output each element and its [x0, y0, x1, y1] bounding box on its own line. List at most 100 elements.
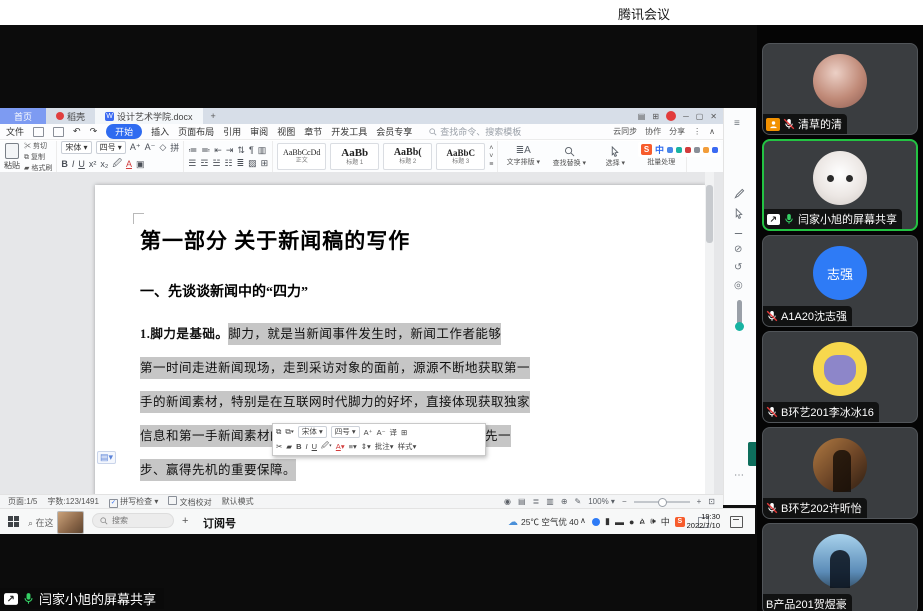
- cut-button[interactable]: ✂ 剪切: [24, 141, 52, 151]
- highlight-icon[interactable]: 🖉: [112, 156, 122, 172]
- style-heading3[interactable]: AaBbC标题 3: [436, 143, 485, 170]
- mode-indicator[interactable]: 默认模式: [222, 496, 254, 507]
- tray-app2-icon[interactable]: ▬: [615, 517, 624, 527]
- wps-docer-tab[interactable]: 稻壳: [46, 108, 95, 124]
- mini-font-color-icon[interactable]: A▾: [336, 442, 345, 451]
- italic-button[interactable]: I: [72, 159, 75, 169]
- read-view-icon[interactable]: ▥: [546, 497, 554, 506]
- borders-icon[interactable]: ⊞: [261, 158, 269, 169]
- mini-grow-font-icon[interactable]: A⁺: [364, 428, 373, 437]
- app-search-box[interactable]: 搜索: [92, 513, 174, 528]
- mini-comment-button[interactable]: 批注▾: [375, 441, 394, 452]
- help-icon[interactable]: ◎: [734, 280, 743, 291]
- pen-icon[interactable]: [734, 188, 745, 199]
- print-icon[interactable]: [53, 127, 64, 137]
- outline-view-icon[interactable]: ≣: [533, 497, 540, 506]
- share-banner[interactable]: 闫家小旭的屏幕共享: [0, 588, 164, 609]
- strip-more-icon[interactable]: ⋯: [734, 470, 744, 481]
- command-search[interactable]: 查找命令、搜索模板: [429, 125, 521, 138]
- strip-slider-knob[interactable]: [735, 322, 744, 331]
- scrollbar-thumb[interactable]: [706, 185, 713, 243]
- numbered-list-icon[interactable]: ≕: [201, 145, 210, 156]
- volume-icon[interactable]: 🕪: [650, 516, 656, 527]
- subscription-title[interactable]: 订阅号: [203, 515, 236, 531]
- mini-paste-special-icon[interactable]: ⧉▾: [285, 427, 294, 437]
- participant-tile[interactable]: B环艺201李冰冰16: [762, 331, 918, 423]
- undo-annotation-icon[interactable]: ↺: [734, 262, 742, 273]
- paste-button[interactable]: 粘贴: [4, 143, 20, 171]
- ime-mode-icon[interactable]: 中: [661, 515, 670, 528]
- collapse-strip-icon[interactable]: ≡: [734, 118, 740, 129]
- mini-shrink-font-icon[interactable]: A⁻: [377, 428, 386, 437]
- participant-tile[interactable]: B产品201贺煜豪: [762, 523, 918, 611]
- wps-home-tab[interactable]: 首页: [0, 108, 46, 124]
- mini-style-button[interactable]: 样式▾: [398, 441, 417, 452]
- shrink-font-icon[interactable]: A⁻: [145, 142, 156, 153]
- outdent-icon[interactable]: ⇤: [214, 145, 222, 156]
- minimize-button[interactable]: ─: [683, 112, 689, 121]
- action-center-icon[interactable]: [730, 516, 743, 528]
- underline-button[interactable]: U: [78, 159, 85, 169]
- weather-widget[interactable]: ☁25℃ 空气优 40: [508, 516, 579, 528]
- collapse-ribbon-icon[interactable]: ∧: [709, 127, 715, 136]
- cloud-sync-button[interactable]: 云同步: [613, 126, 637, 137]
- menu-insert[interactable]: 插入: [151, 125, 169, 138]
- layout-mode-icon[interactable]: ▤: [638, 112, 646, 121]
- shading-icon[interactable]: ▨: [248, 158, 257, 169]
- web-view-icon[interactable]: ⊕: [561, 497, 568, 506]
- tray-expand-icon[interactable]: ∧: [580, 516, 586, 525]
- mini-font-select[interactable]: 宋体 ▾: [298, 426, 327, 438]
- battery-icon[interactable]: ▮: [605, 516, 610, 527]
- qq-icon[interactable]: ●: [629, 517, 634, 527]
- line-spacing-icon[interactable]: ≣: [237, 158, 245, 169]
- apps-grid-icon[interactable]: ⊞: [652, 112, 659, 121]
- mini-translate-icon[interactable]: 译: [390, 427, 398, 438]
- mini-table-icon[interactable]: ⊞: [401, 428, 407, 437]
- show-marks-icon[interactable]: ¶: [249, 145, 254, 155]
- font-color-icon[interactable]: A: [126, 159, 132, 169]
- mini-align-icon[interactable]: ≡▾: [349, 442, 357, 451]
- voice-input-icon[interactable]: [685, 147, 691, 153]
- copy-button[interactable]: ⧉ 复制: [24, 152, 52, 162]
- find-replace-button[interactable]: 查找替换 ▾: [548, 146, 590, 168]
- mini-italic-button[interactable]: I: [306, 442, 308, 451]
- redo-icon[interactable]: ↷: [90, 126, 98, 137]
- bullet-list-icon[interactable]: ≔: [188, 145, 197, 156]
- add-button[interactable]: +: [182, 515, 188, 527]
- edit-icon[interactable]: ✎: [575, 497, 582, 506]
- align-center-icon[interactable]: ☲: [200, 158, 208, 169]
- eye-protect-icon[interactable]: ◉: [504, 497, 511, 506]
- menu-file[interactable]: 文件: [6, 125, 24, 138]
- mini-bold-button[interactable]: B: [296, 442, 301, 451]
- char-shading-icon[interactable]: ▣: [136, 159, 145, 170]
- document-scrollbar[interactable]: [705, 172, 714, 494]
- tray-app1-icon[interactable]: [592, 518, 600, 526]
- menu-start-tab[interactable]: 开始: [106, 124, 142, 139]
- meeting-titlebar[interactable]: 腾讯会议: [0, 0, 923, 25]
- close-button[interactable]: ✕: [710, 112, 717, 121]
- page-view-icon[interactable]: ▤: [518, 497, 526, 506]
- more-icon[interactable]: ⋮: [693, 127, 701, 136]
- participant-tile[interactable]: B环艺202许昕怡: [762, 427, 918, 519]
- gallery-scroll[interactable]: ˄˅≡: [489, 145, 493, 168]
- undo-icon[interactable]: ↶: [73, 126, 81, 137]
- text-layout-button[interactable]: ≣A文字排版 ▾: [502, 146, 544, 167]
- clear-format-icon[interactable]: ◇: [159, 142, 166, 153]
- menu-references[interactable]: 引用: [223, 125, 241, 138]
- justify-icon[interactable]: ☷: [225, 158, 233, 169]
- mini-highlight-icon[interactable]: 🖉▾: [321, 440, 332, 453]
- account-avatar[interactable]: [666, 111, 676, 121]
- select-button[interactable]: 选择 ▾: [594, 146, 636, 168]
- network-icon[interactable]: ል: [639, 516, 645, 527]
- zoom-knob[interactable]: [658, 498, 667, 507]
- taskbar-search-hint[interactable]: ⌕ 在这: [28, 516, 54, 529]
- menu-section[interactable]: 章节: [304, 125, 322, 138]
- zoom-in-button[interactable]: +: [697, 497, 702, 506]
- menu-view[interactable]: 视图: [277, 125, 295, 138]
- emoji-icon[interactable]: [676, 147, 682, 153]
- zoom-level[interactable]: 100% ▾: [588, 497, 615, 506]
- menu-page-layout[interactable]: 页面布局: [178, 125, 214, 138]
- mini-line-spacing-icon[interactable]: ⇕▾: [361, 442, 371, 451]
- new-tab-button[interactable]: +: [203, 111, 224, 121]
- subscript-icon[interactable]: x₂: [100, 159, 108, 169]
